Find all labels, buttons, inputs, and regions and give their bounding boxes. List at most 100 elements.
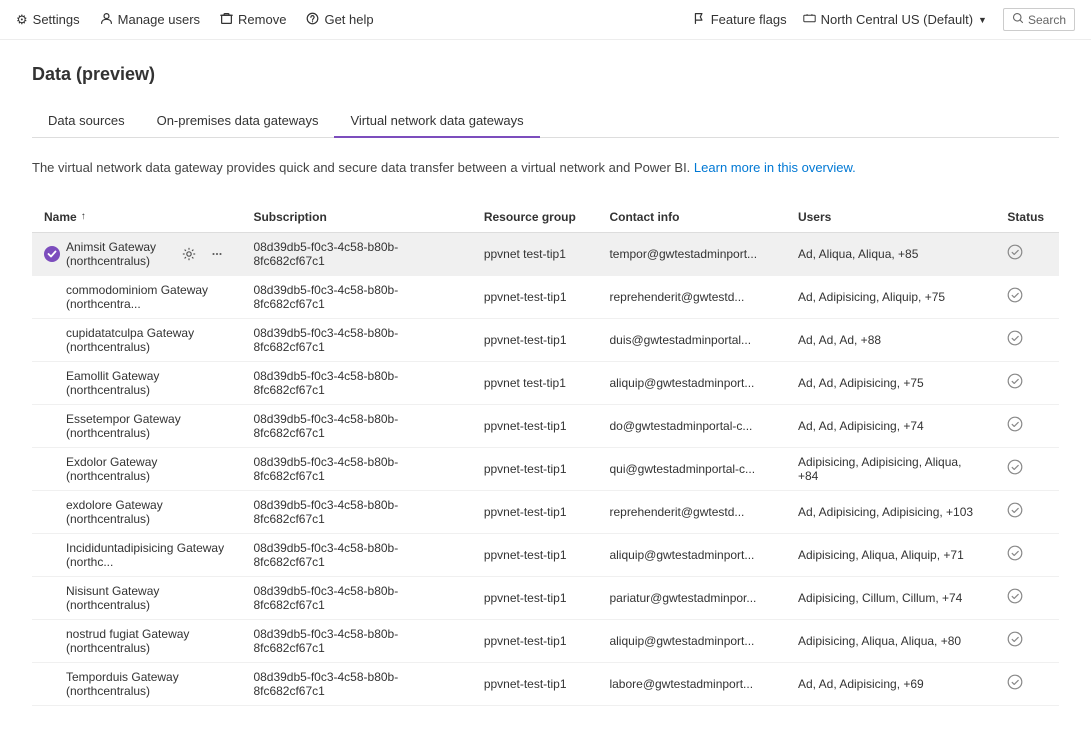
search-box[interactable]: Search: [1003, 8, 1075, 31]
remove-icon: [220, 12, 233, 28]
top-nav: ⚙ Settings Manage users Remove Get help: [0, 0, 1091, 40]
row-more-button[interactable]: [205, 242, 229, 266]
remove-nav[interactable]: Remove: [220, 12, 286, 28]
region-nav[interactable]: North Central US (Default) ▼: [803, 12, 987, 28]
cell-contact-info: pariatur@gwtestadminpor...: [597, 576, 786, 619]
region-label: North Central US (Default): [821, 12, 973, 27]
table-row[interactable]: nostrud fugiat Gateway (northcentralus) 0…: [32, 619, 1059, 662]
cell-resource-group: ppvnet-test-tip1: [472, 533, 598, 576]
cell-status: [995, 619, 1059, 662]
feature-flags-label: Feature flags: [711, 12, 787, 27]
cell-status: [995, 232, 1059, 275]
manage-users-nav[interactable]: Manage users: [100, 12, 200, 28]
help-icon: [306, 12, 319, 28]
region-icon: [803, 12, 816, 28]
cell-status: [995, 275, 1059, 318]
row-selected-icon: [44, 246, 60, 262]
search-label: Search: [1028, 13, 1066, 27]
cell-subscription: 08d39db5-f0c3-4c58-b80b-8fc682cf67c1: [241, 533, 471, 576]
table-row[interactable]: Essetempor Gateway (northcentralus) 08d39…: [32, 404, 1059, 447]
col-header-name: Name ↑: [32, 202, 241, 233]
cell-resource-group: ppvnet-test-tip1: [472, 318, 598, 361]
cell-status: [995, 318, 1059, 361]
table-row[interactable]: Eamollit Gateway (northcentralus) 08d39db…: [32, 361, 1059, 404]
cell-users: Ad, Ad, Adipisicing, +75: [786, 361, 995, 404]
cell-status: [995, 447, 1059, 490]
row-actions: [177, 242, 229, 266]
cell-name: cupidatatculpa Gateway (northcentralus): [32, 318, 241, 361]
name-sort-icon: ↑: [81, 211, 86, 222]
table-row[interactable]: Exdolor Gateway (northcentralus)08d39db5…: [32, 447, 1059, 490]
row-name-text: Eamollit Gateway (northcentralus): [66, 369, 229, 397]
cell-subscription: 08d39db5-f0c3-4c58-b80b-8fc682cf67c1: [241, 662, 471, 705]
col-header-contact-info: Contact info: [597, 202, 786, 233]
cell-name: Eamollit Gateway (northcentralus): [32, 361, 241, 404]
table-row[interactable]: Incididuntadipisicing Gateway (northc...…: [32, 533, 1059, 576]
feature-flags-nav[interactable]: Feature flags: [693, 12, 787, 28]
description-link[interactable]: Learn more in this overview.: [694, 160, 856, 175]
cell-subscription: 08d39db5-f0c3-4c58-b80b-8fc682cf67c1: [241, 490, 471, 533]
cell-users: Adipisicing, Aliqua, Aliquip, +71: [786, 533, 995, 576]
row-settings-button[interactable]: [177, 242, 201, 266]
cell-contact-info: aliquip@gwtestadminport...: [597, 533, 786, 576]
row-name-text: nostrud fugiat Gateway (northcentralus): [66, 627, 229, 655]
status-icon: [1007, 247, 1023, 264]
table-row[interactable]: cupidatatculpa Gateway (northcentralus) 0…: [32, 318, 1059, 361]
row-name-text: Essetempor Gateway (northcentralus): [66, 412, 229, 440]
row-name-text: exdolore Gateway (northcentralus): [66, 498, 229, 526]
cell-subscription: 08d39db5-f0c3-4c58-b80b-8fc682cf67c1: [241, 619, 471, 662]
get-help-nav[interactable]: Get help: [306, 12, 373, 28]
settings-nav[interactable]: ⚙ Settings: [16, 12, 80, 28]
table-row[interactable]: exdolore Gateway (northcentralus) 08d39db…: [32, 490, 1059, 533]
cell-contact-info: reprehenderit@gwtestd...: [597, 490, 786, 533]
col-header-resource-group: Resource group: [472, 202, 598, 233]
table-header-row: Name ↑ Subscription Resource group Conta…: [32, 202, 1059, 233]
cell-name: Nisisunt Gateway (northcentralus): [32, 576, 241, 619]
col-header-status: Status: [995, 202, 1059, 233]
col-header-users: Users: [786, 202, 995, 233]
cell-subscription: 08d39db5-f0c3-4c58-b80b-8fc682cf67c1: [241, 318, 471, 361]
cell-name: Exdolor Gateway (northcentralus): [32, 447, 241, 490]
cell-users: Ad, Adipisicing, Adipisicing, +103: [786, 490, 995, 533]
cell-resource-group: ppvnet-test-tip1: [472, 404, 598, 447]
manage-users-label: Manage users: [118, 12, 200, 27]
description-text: The virtual network data gateway provide…: [32, 160, 690, 175]
row-name-text: cupidatatculpa Gateway (northcentralus): [66, 326, 229, 354]
table-row[interactable]: Temporduis Gateway (northcentralus) 08d39…: [32, 662, 1059, 705]
cell-status: [995, 490, 1059, 533]
cell-subscription: 08d39db5-f0c3-4c58-b80b-8fc682cf67c1: [241, 361, 471, 404]
cell-contact-info: qui@gwtestadminportal-c...: [597, 447, 786, 490]
table-row[interactable]: Nisisunt Gateway (northcentralus)08d39db…: [32, 576, 1059, 619]
status-icon: [1007, 548, 1023, 565]
page-content: Data (preview) Data sources On-premises …: [0, 40, 1091, 730]
tab-virtual-network[interactable]: Virtual network data gateways: [334, 105, 539, 138]
description: The virtual network data gateway provide…: [32, 158, 1059, 178]
status-icon: [1007, 505, 1023, 522]
status-icon: [1007, 290, 1023, 307]
status-icon: [1007, 333, 1023, 350]
cell-name: Essetempor Gateway (northcentralus): [32, 404, 241, 447]
table-row[interactable]: commodominiom Gateway (northcentra...08d…: [32, 275, 1059, 318]
table-body: Animsit Gateway (northcentralus)08d39db5…: [32, 232, 1059, 705]
cell-subscription: 08d39db5-f0c3-4c58-b80b-8fc682cf67c1: [241, 404, 471, 447]
manage-users-icon: [100, 12, 113, 28]
cell-users: Ad, Ad, Adipisicing, +74: [786, 404, 995, 447]
row-name-text: Exdolor Gateway (northcentralus): [66, 455, 229, 483]
cell-users: Adipisicing, Adipisicing, Aliqua, +84: [786, 447, 995, 490]
row-name-text: Incididuntadipisicing Gateway (northc...: [66, 541, 229, 569]
row-name-text: Temporduis Gateway (northcentralus): [66, 670, 229, 698]
cell-status: [995, 404, 1059, 447]
cell-name: nostrud fugiat Gateway (northcentralus): [32, 619, 241, 662]
tabs-container: Data sources On-premises data gateways V…: [32, 105, 1059, 138]
status-icon: [1007, 376, 1023, 393]
status-icon: [1007, 591, 1023, 608]
region-chevron-icon: ▼: [978, 15, 987, 25]
cell-users: Adipisicing, Aliqua, Aliqua, +80: [786, 619, 995, 662]
search-icon: [1012, 12, 1024, 27]
cell-users: Ad, Ad, Ad, +88: [786, 318, 995, 361]
table-row[interactable]: Animsit Gateway (northcentralus)08d39db5…: [32, 232, 1059, 275]
cell-resource-group: ppvnet test-tip1: [472, 232, 598, 275]
tab-on-premises[interactable]: On-premises data gateways: [141, 105, 335, 138]
cell-contact-info: labore@gwtestadminport...: [597, 662, 786, 705]
tab-data-sources[interactable]: Data sources: [32, 105, 141, 138]
